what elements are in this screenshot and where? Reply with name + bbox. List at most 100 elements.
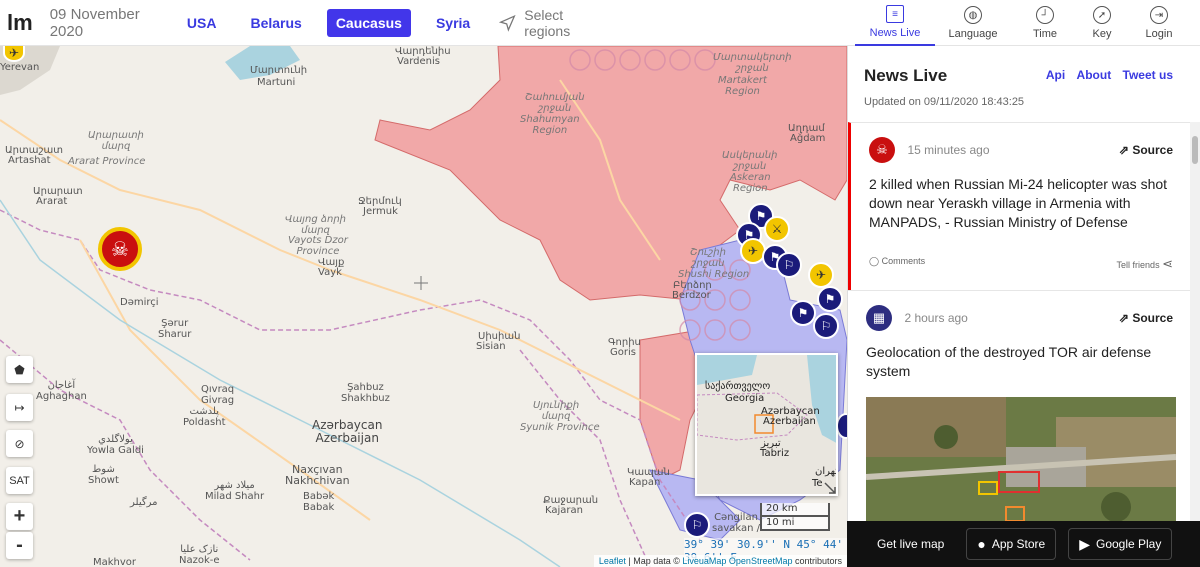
about-link[interactable]: About	[1077, 68, 1112, 82]
satellite-toggle[interactable]: SAT	[6, 467, 33, 494]
nav-key[interactable]: ➚ Key	[1077, 0, 1127, 46]
map-label: Vardenis	[397, 56, 440, 67]
map-label: Cəngilan savakan /	[712, 512, 761, 534]
map-label: Berdzor	[672, 290, 711, 301]
map-label: Ասկերանի շրջան	[722, 150, 778, 172]
app-store-label: App Store	[991, 537, 1046, 551]
tweet-link[interactable]: Tweet us	[1123, 68, 1173, 82]
map-label: Մարտակերտի շրջան	[713, 52, 792, 74]
map-label: Syunik Province	[520, 422, 600, 433]
draw-polygon-button[interactable]: ⬟	[6, 356, 33, 383]
map-label: آغاجان Aghaghan	[36, 380, 87, 402]
map-label: Վայոց ձորի մարզ	[285, 214, 347, 236]
source-label: Source	[1132, 311, 1173, 325]
military-marker[interactable]: ⚑	[817, 286, 843, 312]
panel-scrollbar[interactable]	[1190, 122, 1200, 567]
map-label: يولاگلدي Yowla Galdi	[87, 434, 144, 456]
expand-button[interactable]: ↦	[6, 394, 33, 421]
tab-usa[interactable]: USA	[178, 9, 226, 37]
select-regions-button[interactable]: Select regions	[499, 7, 600, 39]
minimap[interactable]: საქართველო Georgia Azərbaycan Azerbaijan…	[695, 353, 838, 496]
comments-link[interactable]: ◯ Comments	[869, 256, 925, 272]
minimap-label: საქართველო	[705, 381, 771, 392]
nav-news-live[interactable]: ≡ News Live	[855, 0, 935, 46]
compass-icon: ➚	[1093, 6, 1111, 24]
apple-icon: ●	[977, 536, 986, 552]
nav-label: Language	[948, 28, 998, 40]
nav-login[interactable]: ⇥ Login	[1134, 0, 1184, 46]
google-play-button[interactable]: ▶ Google Play	[1068, 528, 1173, 560]
map-label: Սյունիքի մարզ	[533, 400, 580, 422]
yellow-marker[interactable]: ✈	[3, 44, 25, 62]
flag-icon[interactable]: ⚐	[813, 313, 839, 339]
map-label: پلدشت Poldasht	[183, 406, 226, 428]
map-label: Շուշիի շրջան	[690, 247, 726, 269]
news-time: 2 hours ago	[904, 311, 968, 325]
skull-icon[interactable]: ☠	[98, 227, 142, 271]
logo[interactable]: lm	[0, 0, 40, 46]
map-label: Sisian	[476, 341, 506, 352]
nav-time[interactable]: ┘ Time	[1020, 0, 1070, 46]
globe-icon: ◍	[964, 6, 982, 24]
minimap-label: تهران	[815, 466, 838, 477]
news-time: 15 minutes ago	[907, 143, 990, 157]
source-link[interactable]: ⇗ Source	[1119, 143, 1173, 157]
hide-layer-button[interactable]: ⊘	[6, 430, 33, 457]
news-item[interactable]: ☠ 15 minutes ago ⇗ Source 2 killed when …	[848, 122, 1200, 290]
map[interactable]: Yerevan Վարդենիս Vardenis Մարտունի Martu…	[0, 0, 847, 567]
api-link[interactable]: Api	[1046, 68, 1065, 82]
map-label: Askeran Region	[730, 172, 771, 194]
map-label: Artashat	[8, 155, 51, 166]
google-play-label: Google Play	[1095, 537, 1162, 551]
news-text: Geolocation of the destroyed TOR air def…	[866, 344, 1152, 379]
nav-language[interactable]: ◍ Language	[943, 0, 1003, 46]
map-icon: ▦	[866, 305, 892, 331]
yellow-marker[interactable]: ✈	[808, 262, 834, 288]
flag-icon[interactable]: ⚐	[684, 512, 710, 538]
tab-syria[interactable]: Syria	[427, 9, 479, 37]
map-label: شوط Showt	[88, 464, 119, 486]
map-label: Vayk	[318, 267, 342, 278]
news-photo[interactable]	[866, 397, 1176, 532]
scrollbar-thumb[interactable]	[1192, 136, 1198, 164]
source-label: Source	[1132, 143, 1173, 157]
flag-icon[interactable]: ⚐	[776, 252, 802, 278]
login-icon: ⇥	[1150, 6, 1168, 24]
nav-label: Time	[1032, 28, 1058, 40]
tell-friends-label: Tell friends	[1116, 260, 1160, 270]
osm-link[interactable]: OpenStreetMap	[729, 556, 793, 566]
leaflet-link[interactable]: Leaflet	[599, 556, 626, 566]
map-label: Yerevan	[0, 62, 40, 73]
tab-belarus[interactable]: Belarus	[241, 9, 310, 37]
date-label[interactable]: 09 November 2020	[50, 6, 160, 40]
tab-caucasus[interactable]: Caucasus	[326, 8, 411, 37]
minimap-label: Georgia	[725, 393, 765, 404]
liveuamap-link[interactable]: LiveuaMap	[682, 556, 726, 566]
get-live-label: Get live map	[877, 537, 945, 551]
map-label: Ağdam	[790, 133, 826, 144]
map-label: نازک علیا Nazok-e	[179, 544, 220, 566]
map-label: Kajaran	[545, 505, 583, 516]
share-icon: ⋖	[1162, 256, 1173, 271]
map-label: Vayots Dzor Province	[288, 235, 348, 257]
app-store-button[interactable]: ● App Store	[966, 528, 1057, 560]
map-label: Շահումյան շրջան	[525, 92, 585, 114]
minimap-label: Tabriz	[760, 448, 790, 459]
attribution-text: | Map data ©	[625, 556, 683, 566]
zoom-out-button[interactable]: -	[6, 532, 33, 559]
map-label: Ararat Province	[68, 156, 146, 167]
select-regions-label: Select regions	[524, 6, 571, 39]
map-attribution: Leaflet | Map data © LiveuaMap OpenStree…	[593, 555, 847, 567]
zoom-in-button[interactable]: +	[6, 503, 33, 530]
external-link-icon: ⇗	[1118, 143, 1133, 157]
news-item[interactable]: ▦ 2 hours ago ⇗ Source Geolocation of th…	[848, 290, 1200, 550]
skull-icon: ☠	[869, 137, 895, 163]
map-label: Մարտունի	[250, 65, 308, 76]
source-link[interactable]: ⇗ Source	[1119, 311, 1173, 325]
satellite-image	[866, 397, 1176, 532]
navigation-icon	[499, 14, 516, 32]
yellow-marker[interactable]: ⚔	[764, 216, 790, 242]
military-marker[interactable]: ⚑	[790, 300, 816, 326]
tell-friends-link[interactable]: Tell friends ⋖	[1117, 256, 1173, 272]
map-label: Şərur Sharur	[158, 318, 192, 340]
